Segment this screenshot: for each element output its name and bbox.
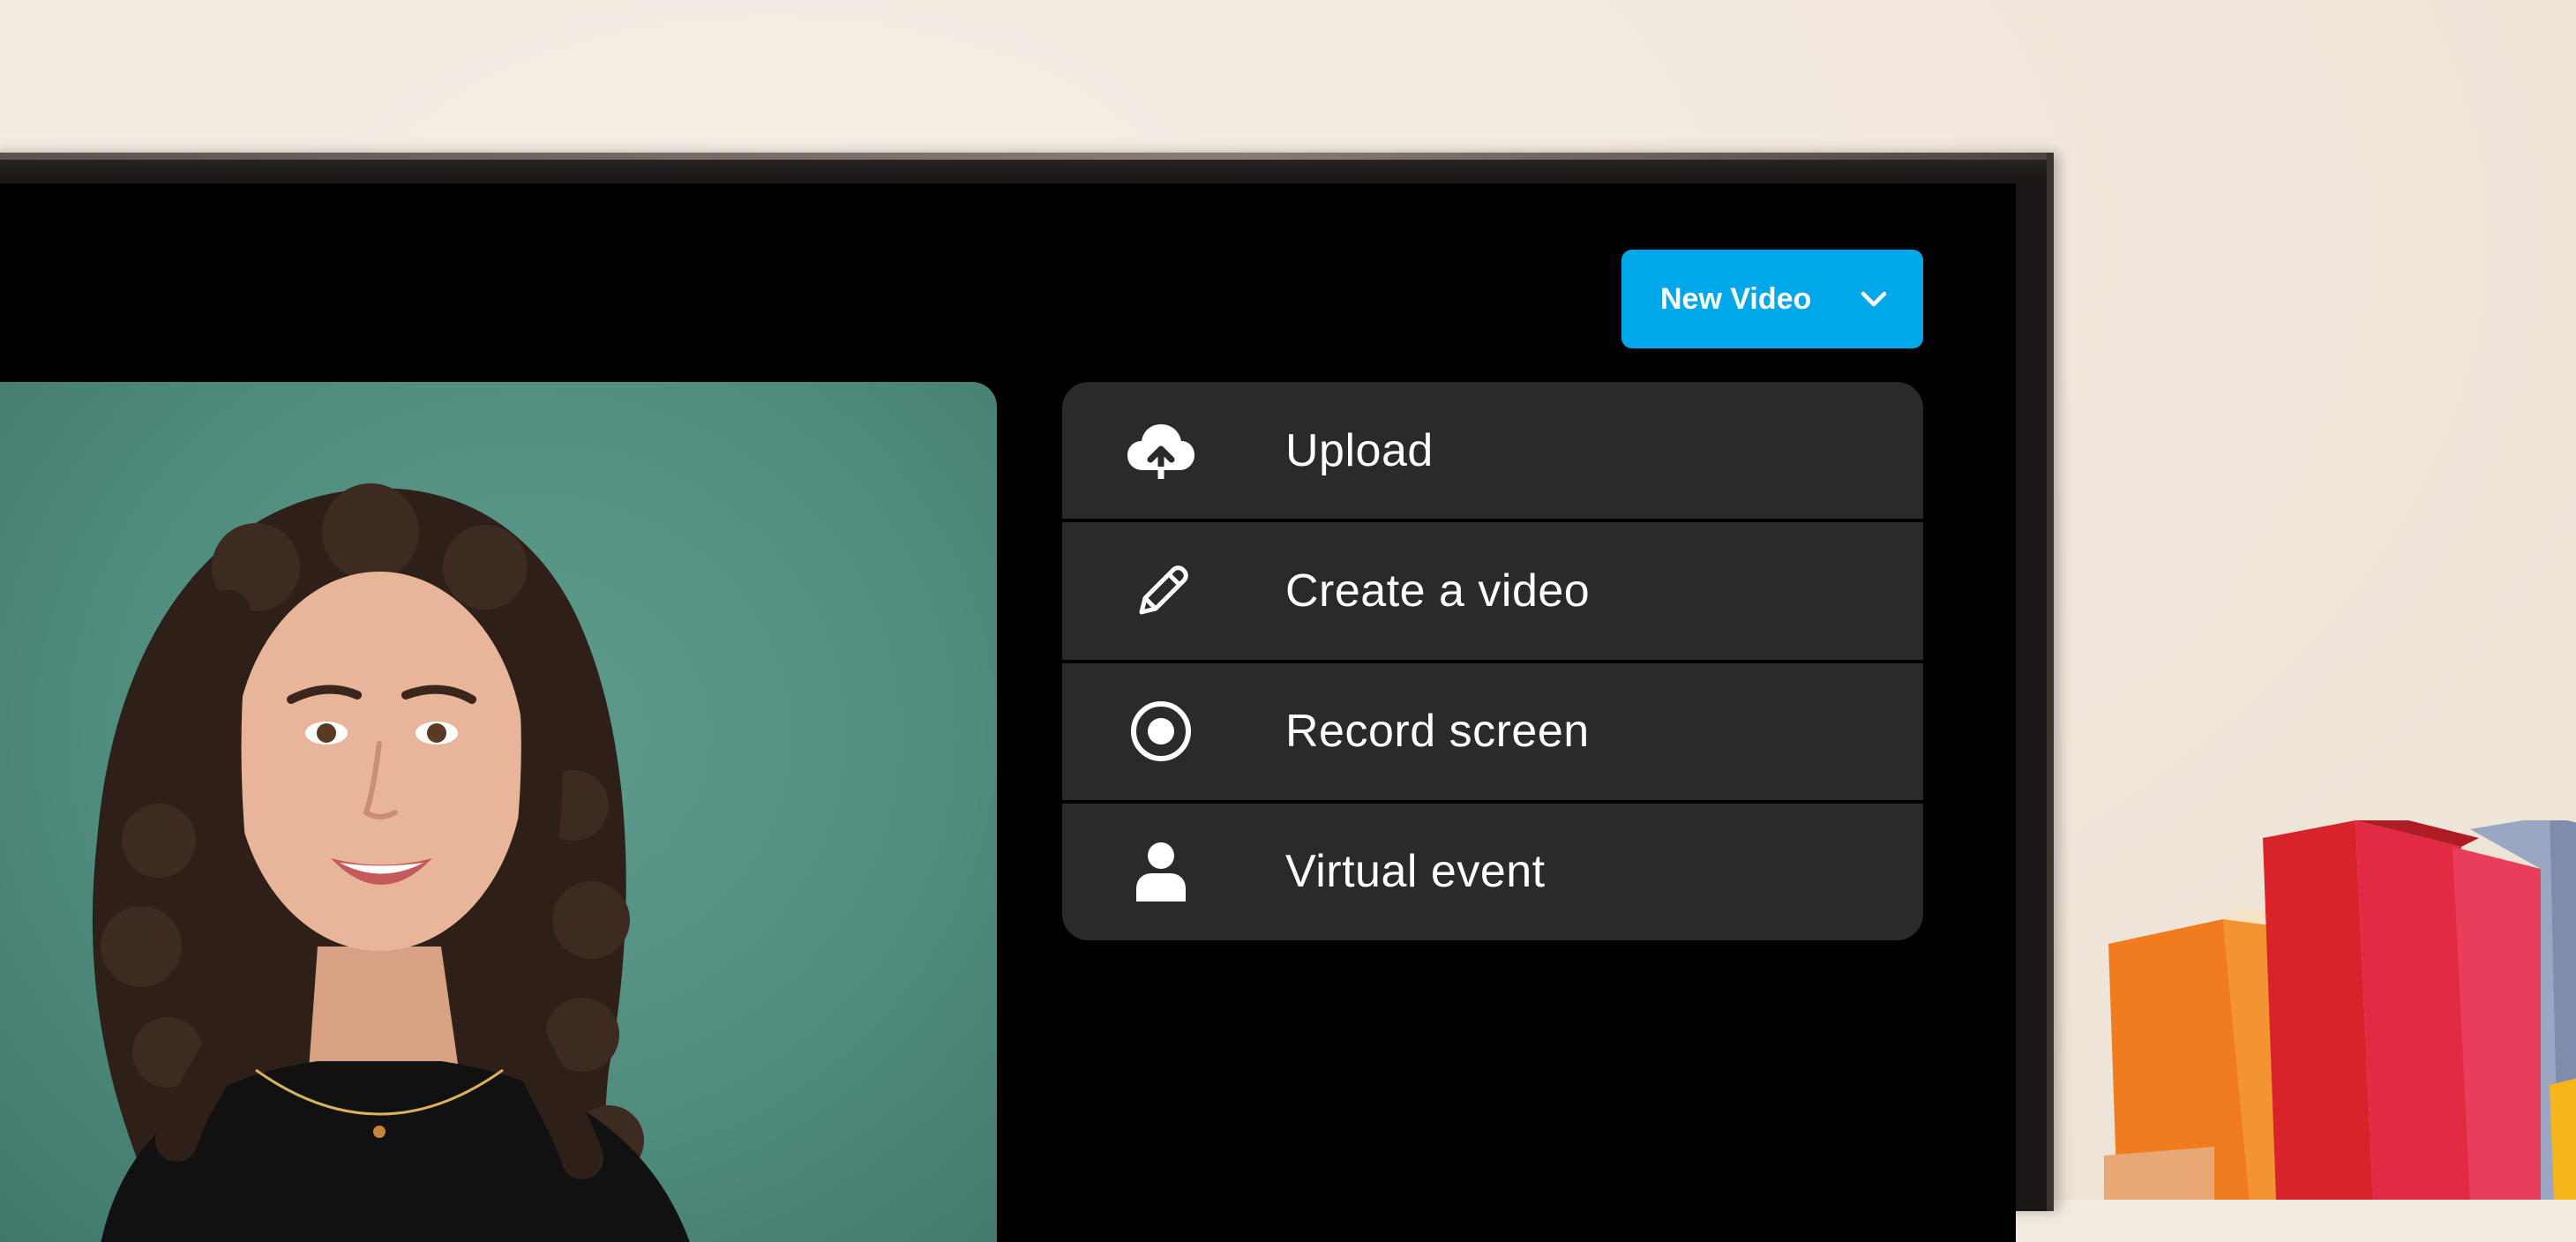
menu-item-label: Record screen xyxy=(1285,706,1590,758)
menu-item-label: Create a video xyxy=(1285,565,1591,617)
menu-item-upload[interactable]: Upload xyxy=(1062,382,1923,520)
app-screen: New Video Upload Create a video Record s… xyxy=(0,183,2016,1242)
menu-item-label: Upload xyxy=(1285,424,1434,476)
menu-item-label: Virtual event xyxy=(1285,846,1546,898)
new-video-label: New Video xyxy=(1660,281,1812,316)
menu-item-virtual-event[interactable]: Virtual event xyxy=(1062,803,1923,940)
books-decoration xyxy=(2104,820,2576,1200)
cloud-upload-icon xyxy=(1124,414,1198,488)
monitor-frame: New Video Upload Create a video Record s… xyxy=(0,153,2054,1242)
video-preview xyxy=(0,382,997,1242)
menu-item-record-screen[interactable]: Record screen xyxy=(1062,662,1923,800)
record-icon xyxy=(1124,694,1198,768)
new-video-button[interactable]: New Video xyxy=(1621,250,1923,348)
monitor-bezel-highlight xyxy=(0,153,2047,160)
menu-item-create-video[interactable]: Create a video xyxy=(1062,522,1923,660)
chevron-down-icon[interactable] xyxy=(1856,281,1891,317)
pencil-icon xyxy=(1124,554,1198,628)
new-video-menu: Upload Create a video Record screen Virt… xyxy=(1062,382,1923,940)
presenter-image xyxy=(92,483,690,1242)
person-icon xyxy=(1124,834,1198,909)
